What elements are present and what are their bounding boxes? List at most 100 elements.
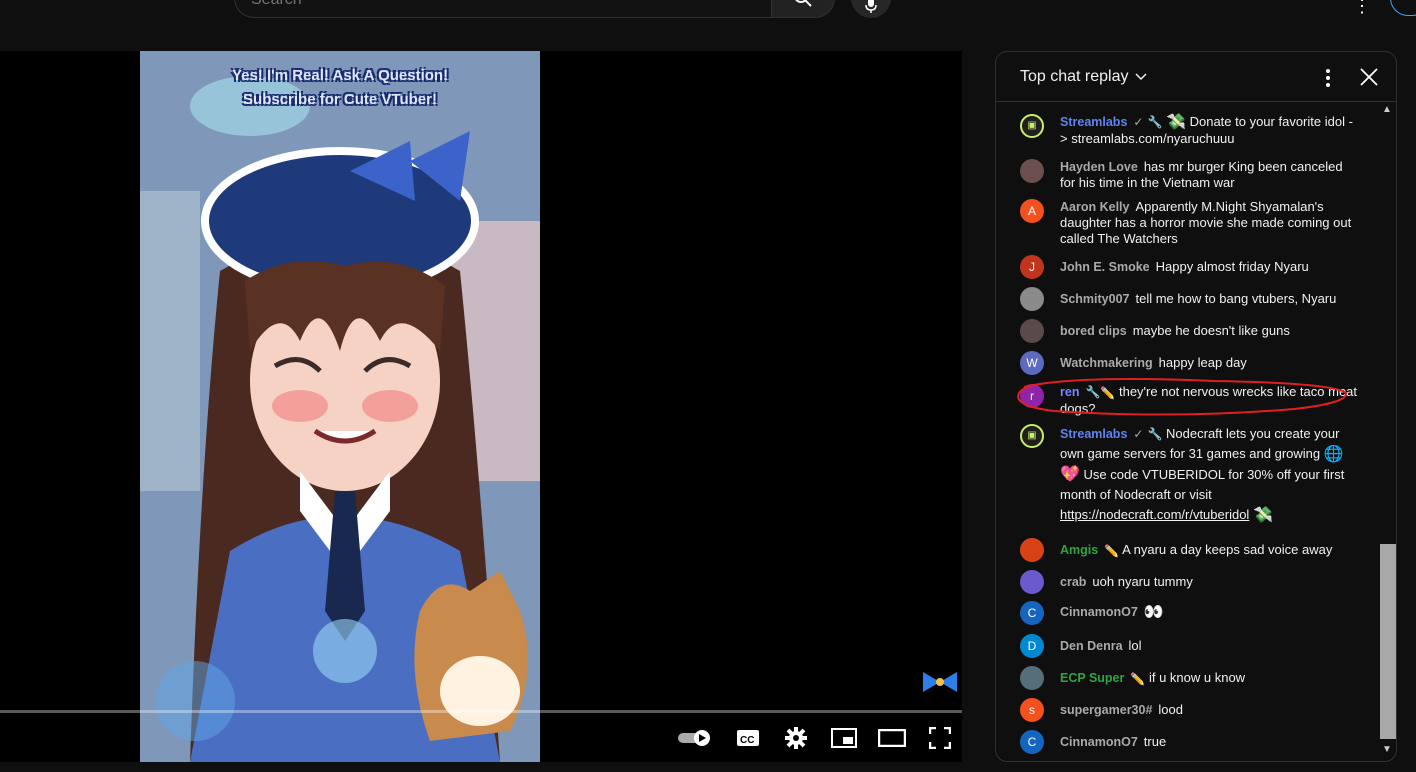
- money-emoji-icon: 💸: [1166, 113, 1186, 131]
- chat-header: Top chat replay: [996, 52, 1396, 102]
- avatar[interactable]: C: [1020, 730, 1044, 754]
- message-text: happy leap day: [1158, 355, 1247, 370]
- pencil-emoji-icon: ✏️: [1130, 671, 1146, 686]
- author-name[interactable]: Amgis: [1060, 543, 1098, 557]
- author-name[interactable]: John E. Smoke: [1060, 260, 1150, 274]
- chat-scrollbar-thumb[interactable]: [1380, 544, 1396, 739]
- avatar[interactable]: D: [1020, 634, 1044, 658]
- chevron-down-icon: [1134, 73, 1147, 81]
- avatar[interactable]: [1020, 287, 1044, 311]
- autoplay-toggle[interactable]: [676, 723, 716, 753]
- author-name[interactable]: crab: [1060, 575, 1086, 589]
- author-name[interactable]: CinnamonO7: [1060, 735, 1138, 749]
- subtitles-button[interactable]: CC: [732, 723, 764, 753]
- scroll-down-arrow[interactable]: ▼: [1382, 744, 1392, 755]
- avatar[interactable]: [1020, 319, 1044, 343]
- chat-message: Amgis ✏️ A nyaru a day keeps sad voice aw…: [1020, 538, 1360, 562]
- message-text: tell me how to bang vtubers, Nyaru: [1135, 291, 1337, 306]
- chat-message: bored clips maybe he doesn't like guns: [1020, 319, 1360, 343]
- author-name[interactable]: Streamlabs: [1060, 427, 1127, 441]
- voice-search-button[interactable]: [851, 0, 891, 18]
- scroll-up-arrow[interactable]: ▲: [1382, 104, 1392, 115]
- chat-message: ECP Super ✏️ if u know u know: [1020, 666, 1360, 690]
- message-link[interactable]: https://nodecraft.com/r/vtuberidol: [1060, 507, 1249, 522]
- author-name[interactable]: ECP Super: [1060, 671, 1124, 685]
- page: ⋮: [0, 0, 1416, 772]
- player-controls: CC: [660, 723, 956, 753]
- progress-bar[interactable]: [0, 710, 962, 713]
- message-text: true: [1143, 734, 1167, 749]
- verified-icon: ✓: [1133, 427, 1144, 441]
- search-icon: [795, 0, 812, 7]
- chat-message: s supergamer30# lood: [1020, 698, 1360, 722]
- author-name[interactable]: Schmity007: [1060, 292, 1129, 306]
- author-name[interactable]: CinnamonO7: [1060, 605, 1138, 619]
- chat-message: crab uoh nyaru tummy: [1020, 570, 1360, 594]
- chat-message: W Watchmakering happy leap day: [1020, 351, 1360, 375]
- theater-mode-button[interactable]: [876, 723, 908, 753]
- chat-mode-dropdown[interactable]: Top chat replay: [1020, 68, 1147, 86]
- author-name[interactable]: Den Denra: [1060, 639, 1123, 653]
- message-text: lol: [1128, 638, 1142, 653]
- settings-menu-icon[interactable]: ⋮: [1353, 0, 1371, 17]
- avatar[interactable]: ▣: [1020, 424, 1044, 448]
- eyes-emoji-icon: 👀: [1143, 603, 1164, 621]
- moderator-wrench-icon: 🔧: [1147, 115, 1163, 129]
- avatar[interactable]: W: [1020, 351, 1044, 375]
- video-frame[interactable]: Yes! I'm Real! Ask A Question! Subscribe…: [140, 51, 540, 762]
- avatar[interactable]: J: [1020, 255, 1044, 279]
- chat-title: Top chat replay: [1020, 68, 1129, 85]
- sparkling-heart-emoji-icon: 💖: [1060, 466, 1080, 484]
- author-name[interactable]: Streamlabs: [1060, 115, 1127, 129]
- theater-icon: [878, 729, 906, 747]
- chat-message: J John E. Smoke Happy almost friday Nyaru: [1020, 255, 1360, 279]
- avatar[interactable]: C: [1020, 601, 1044, 625]
- chat-more-options-icon[interactable]: [1316, 66, 1340, 90]
- author-name[interactable]: Watchmakering: [1060, 356, 1153, 370]
- channel-watermark-icon[interactable]: [921, 670, 959, 699]
- pencil-emoji-icon: ✏️: [1104, 543, 1120, 558]
- avatar[interactable]: [1020, 538, 1044, 562]
- chat-message: C CinnamonO7 👀: [1020, 601, 1360, 625]
- red-circle-annotation: [1016, 378, 1347, 416]
- chat-message: A Aaron Kelly Apparently M.Night Shyamala…: [1020, 199, 1360, 247]
- gear-icon: [785, 727, 807, 749]
- miniplayer-icon: [831, 728, 857, 748]
- moderator-wrench-icon: 🔧: [1147, 427, 1163, 441]
- close-icon[interactable]: [1356, 64, 1382, 90]
- video-player[interactable]: Yes! I'm Real! Ask A Question! Subscribe…: [0, 51, 962, 762]
- avatar[interactable]: A: [1020, 199, 1044, 223]
- search-button[interactable]: [771, 0, 835, 18]
- settings-button[interactable]: [780, 723, 812, 753]
- caption-line-1: Yes! I'm Real! Ask A Question!: [231, 67, 449, 84]
- author-name[interactable]: Hayden Love: [1060, 160, 1138, 174]
- avatar[interactable]: [1020, 666, 1044, 690]
- search-box[interactable]: [234, 0, 772, 18]
- message-text: uoh nyaru tummy: [1092, 574, 1193, 589]
- chat-message: D Den Denra lol: [1020, 634, 1360, 658]
- sign-in-button[interactable]: [1390, 0, 1416, 16]
- chat-message: C CinnamonO7 true: [1020, 730, 1360, 754]
- message-text: A nyaru a day keeps sad voice away: [1122, 542, 1333, 557]
- avatar[interactable]: ▣: [1020, 114, 1044, 138]
- message-text: maybe he doesn't like guns: [1132, 323, 1290, 338]
- chat-message: ▣ Streamlabs ✓ 🔧 Nodecraft lets you create…: [1020, 424, 1360, 526]
- autoplay-toggle-icon: [678, 730, 710, 746]
- avatar[interactable]: [1020, 159, 1044, 183]
- message-text: Happy almost friday Nyaru: [1155, 259, 1309, 274]
- globe-emoji-icon: 🌐: [1323, 445, 1344, 463]
- author-name[interactable]: Aaron Kelly: [1060, 200, 1129, 214]
- mic-icon: [865, 0, 877, 13]
- author-name[interactable]: bored clips: [1060, 324, 1127, 338]
- chat-message: ▣ Streamlabs ✓ 🔧 💸 Donate to your favorite…: [1020, 114, 1360, 147]
- money-emoji-icon: 💸: [1252, 506, 1273, 524]
- avatar[interactable]: s: [1020, 698, 1044, 722]
- search-input[interactable]: [251, 0, 731, 9]
- verified-icon: ✓: [1133, 115, 1144, 129]
- author-name[interactable]: supergamer30#: [1060, 703, 1152, 717]
- caption-line-2: Subscribe for Cute VTuber!: [243, 91, 437, 108]
- miniplayer-button[interactable]: [828, 723, 860, 753]
- message-text: lood: [1158, 702, 1183, 717]
- avatar[interactable]: [1020, 570, 1044, 594]
- fullscreen-button[interactable]: [924, 723, 956, 753]
